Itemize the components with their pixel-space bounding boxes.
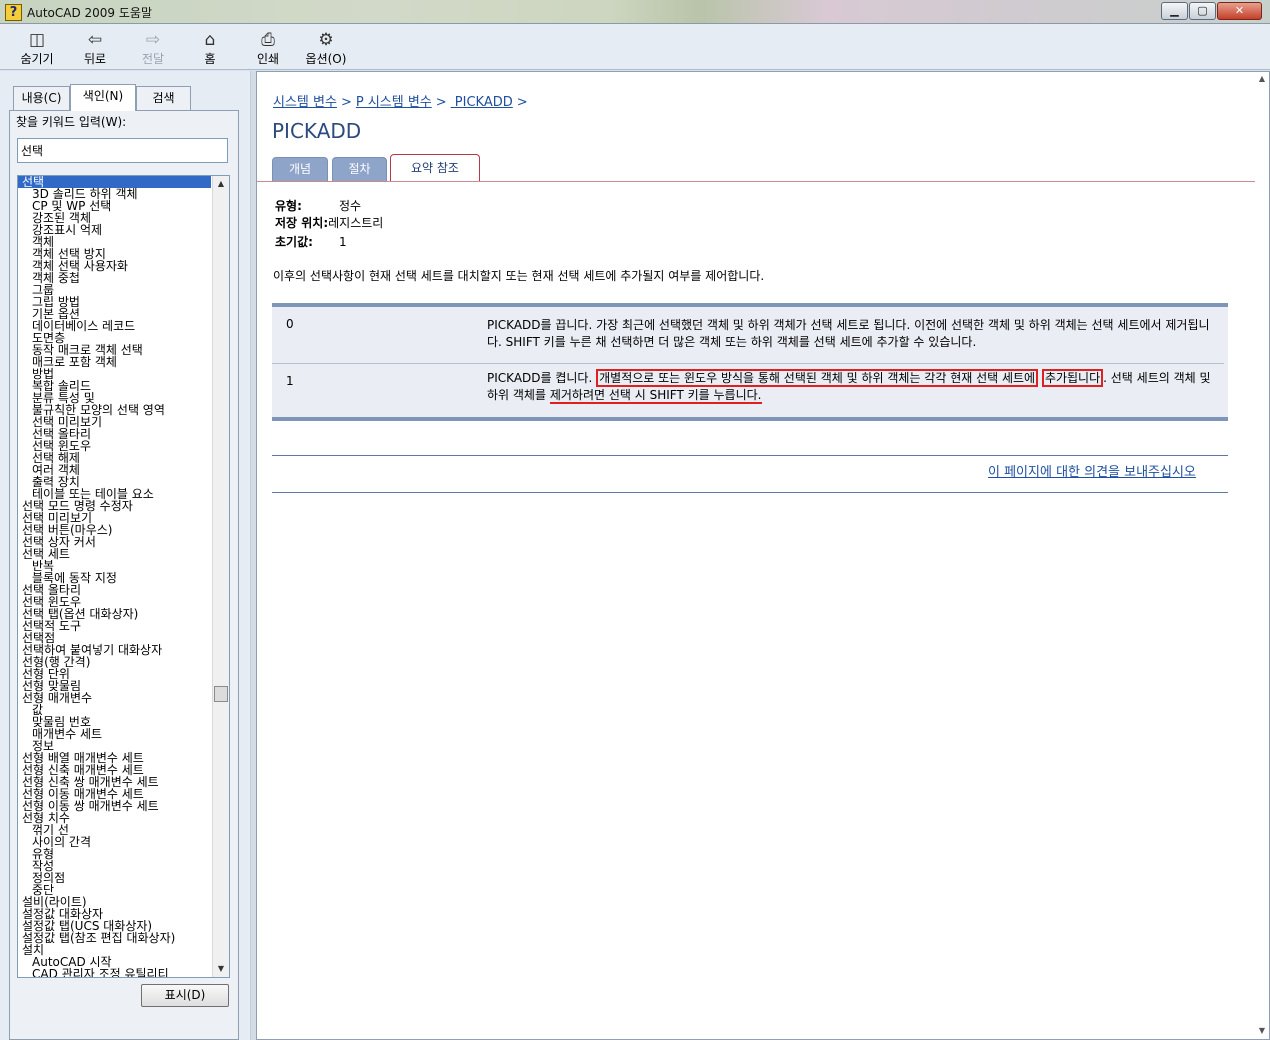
property-key: 유형: <box>275 199 302 213</box>
back-arrow-icon: ⇦ <box>87 30 103 50</box>
tab-search[interactable]: 검색 <box>136 86 191 110</box>
index-entry[interactable]: CAD 관리자 조정 유틸리티 <box>18 968 211 977</box>
title-bar: ? AutoCAD 2009 도움말 ▁ ▢ ✕ <box>0 0 1270 24</box>
print-icon: ⎙ <box>261 30 275 50</box>
scroll-down-icon[interactable]: ▼ <box>213 961 229 977</box>
property-key: 저장 위치: <box>275 216 329 230</box>
hide-button[interactable]: ◫ 숨기기 <box>9 30 65 67</box>
underline-annotation: 제거하려면 선택 시 SHIFT 키를 누릅니다. <box>549 388 762 404</box>
value-table: 0 PICKADD를 끕니다. 가장 최근에 선택했던 객체 및 하위 객체가 … <box>272 303 1228 421</box>
print-button[interactable]: ⎙ 인쇄 <box>240 30 296 67</box>
highlight-box-annotation: 개별적으로 또는 윈도우 방식을 통해 선택된 객체 및 하위 객체는 각각 현… <box>596 369 1039 387</box>
index-scrollbar[interactable]: ▲ ▼ <box>212 176 229 977</box>
property-saved-in: 저장 위치:레지스트리 <box>275 214 383 231</box>
description: 이후의 선택사항이 현재 선택 세트를 대치할지 또는 현재 선택 세트에 추가… <box>273 269 765 283</box>
tab-concepts[interactable]: 개념 <box>272 157 328 181</box>
property-key: 초기값: <box>275 235 313 249</box>
divider <box>272 492 1228 493</box>
forward-arrow-icon: ⇨ <box>145 30 161 50</box>
help-content: 시스템 변수 > P 시스템 변수 > PICKADD > PICKADD 개념 절차 … <box>256 71 1270 1040</box>
scroll-down-icon[interactable]: ▼ <box>1255 1026 1269 1035</box>
home-button[interactable]: ⌂ 홈 <box>182 30 238 67</box>
text-segment: PICKADD를 켭니다. <box>487 371 597 385</box>
value-cell: 1 <box>286 374 294 388</box>
back-label: 뒤로 <box>83 52 107 66</box>
breadcrumb-system-variables[interactable]: 시스템 변수 <box>273 95 337 110</box>
forward-label: 전달 <box>141 52 165 66</box>
minimize-button[interactable]: ▁ <box>1161 2 1188 20</box>
property-initial-value: 초기값: 1 <box>275 233 347 250</box>
scroll-thumb[interactable] <box>214 686 228 702</box>
hide-label: 숨기기 <box>20 52 54 66</box>
highlight-box-annotation: 추가됩니다 <box>1041 369 1104 387</box>
breadcrumb-separator: > <box>435 95 447 110</box>
hide-icon: ◫ <box>28 30 46 50</box>
tab-quick-reference[interactable]: 요약 참조 <box>390 154 480 182</box>
options-label: 옵션(O) <box>305 52 347 66</box>
property-value: 정수 <box>339 199 362 213</box>
tab-contents[interactable]: 내용(C) <box>13 86 70 110</box>
breadcrumb: 시스템 변수 > P 시스템 변수 > PICKADD > <box>273 91 532 110</box>
help-app-icon: ? <box>5 4 22 21</box>
page-title: PICKADD <box>272 119 362 143</box>
tab-underline <box>257 181 1269 182</box>
breadcrumb-pickadd[interactable]: PICKADD <box>451 95 513 110</box>
home-label: 홈 <box>204 52 216 66</box>
maximize-button[interactable]: ▢ <box>1189 2 1216 20</box>
navigation-pane: 내용(C) 색인(N) 검색 찾을 키워드 입력(W): 선택3D 솔리드 하위… <box>0 71 250 1040</box>
window-title: AutoCAD 2009 도움말 <box>27 6 152 20</box>
keyword-input[interactable] <box>17 138 228 163</box>
index-entry[interactable]: 선형 매개변수 <box>18 692 211 704</box>
table-row: 1 PICKADD를 켭니다. 개별적으로 또는 윈도우 방식을 통해 선택된 … <box>272 364 1224 417</box>
home-icon: ⌂ <box>204 30 216 50</box>
feedback-link[interactable]: 이 페이지에 대한 의견을 보내주십시오 <box>988 461 1196 480</box>
options-button[interactable]: ⚙ 옵션(O) <box>298 30 354 67</box>
options-icon: ⚙ <box>318 30 334 50</box>
scroll-up-icon[interactable]: ▲ <box>1255 74 1269 83</box>
breadcrumb-p-system-variables[interactable]: P 시스템 변수 <box>356 95 432 110</box>
tab-procedures[interactable]: 절차 <box>332 157 387 181</box>
property-type: 유형: 정수 <box>275 197 361 214</box>
property-value: 1 <box>339 235 347 249</box>
tab-index[interactable]: 색인(N) <box>70 84 136 111</box>
table-row: 0 PICKADD를 끕니다. 가장 최근에 선택했던 객체 및 하위 객체가 … <box>272 307 1224 364</box>
value-cell: 0 <box>286 317 294 331</box>
toolbar: ◫ 숨기기 ⇦ 뒤로 ⇨ 전달 ⌂ 홈 ⎙ 인쇄 ⚙ 옵션(O) <box>0 24 1270 70</box>
breadcrumb-separator: > <box>340 95 352 110</box>
show-button[interactable]: 표시(D) <box>141 984 229 1007</box>
forward-button[interactable]: ⇨ 전달 <box>125 30 181 67</box>
index-entry[interactable]: 설정값 탭(참조 편집 대화상자) <box>18 932 211 944</box>
scroll-up-icon[interactable]: ▲ <box>213 176 229 192</box>
content-scrollbar[interactable]: ▲ ▼ <box>1255 72 1269 1039</box>
back-button[interactable]: ⇦ 뒤로 <box>67 30 123 67</box>
property-value: 레지스트리 <box>328 216 384 230</box>
index-list[interactable]: 선택 3D 솔리드 하위 객체 CP 및 WP 선택 강조된 객체 강조표시 억제 객체 객… <box>17 175 230 978</box>
breadcrumb-separator: > <box>516 95 528 110</box>
close-button[interactable]: ✕ <box>1217 2 1262 20</box>
value-description: PICKADD를 끕니다. 가장 최근에 선택했던 객체 및 하위 객체가 선택… <box>487 318 1210 349</box>
value-description: PICKADD를 켭니다. 개별적으로 또는 윈도우 방식을 통해 선택된 객체… <box>487 369 1217 404</box>
divider <box>272 455 1228 456</box>
print-label: 인쇄 <box>256 52 280 66</box>
keyword-label: 찾을 키워드 입력(W): <box>16 115 127 129</box>
